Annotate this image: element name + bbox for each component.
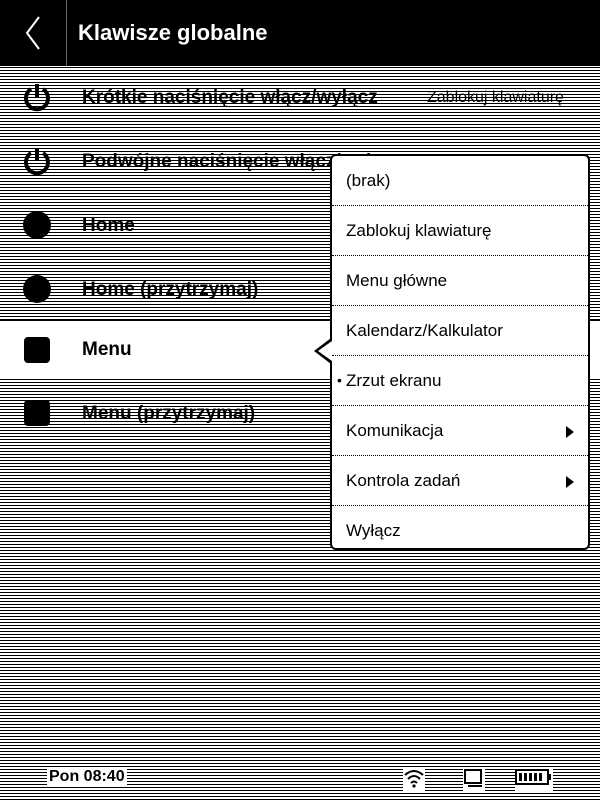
popup-menu: (brak) Zablokuj klawiaturę Menu główne K… bbox=[330, 154, 590, 550]
back-button[interactable] bbox=[0, 0, 67, 66]
selected-bullet: • bbox=[337, 372, 342, 388]
status-time: Pon 08:40 bbox=[47, 768, 127, 786]
setting-label: Krótkie naciśnięcie włącz/wyłącz bbox=[82, 87, 378, 108]
menu-item-calendar-calculator[interactable]: Kalendarz/Kalkulator bbox=[332, 306, 588, 356]
circle-icon bbox=[22, 274, 52, 304]
power-icon bbox=[22, 82, 52, 112]
page-title: Klawisze globalne bbox=[78, 20, 268, 45]
circle-icon bbox=[22, 210, 52, 240]
setting-label: Menu (przytrzymaj) bbox=[82, 403, 256, 424]
menu-item-communication[interactable]: Komunikacja bbox=[332, 406, 588, 456]
chevron-left-icon bbox=[25, 16, 40, 50]
setting-label: Menu bbox=[82, 339, 132, 360]
submenu-arrow-icon bbox=[566, 476, 574, 488]
setting-label: Home bbox=[82, 215, 135, 236]
square-icon bbox=[22, 398, 52, 428]
power-icon bbox=[22, 146, 52, 176]
menu-item-screenshot[interactable]: • Zrzut ekranu bbox=[332, 356, 588, 406]
menu-item-task-manager[interactable]: Kontrola zadań bbox=[332, 456, 588, 506]
wifi-icon bbox=[403, 768, 425, 793]
menu-item-main-menu[interactable]: Menu główne bbox=[332, 256, 588, 306]
setting-label: Home (przytrzymaj) bbox=[82, 279, 259, 300]
submenu-arrow-icon bbox=[566, 426, 574, 438]
status-bar: Pon 08:40 bbox=[0, 760, 600, 800]
header-bar: Klawisze globalne bbox=[0, 0, 600, 66]
setting-row-short-press-power[interactable]: Krótkie naciśnięcie włącz/wyłącz Zabloku… bbox=[0, 66, 600, 130]
tablet-icon bbox=[463, 768, 485, 793]
battery-icon bbox=[515, 768, 553, 791]
square-icon bbox=[22, 335, 52, 365]
menu-item-lock-keyboard[interactable]: Zablokuj klawiaturę bbox=[332, 206, 588, 256]
setting-value: Zablokuj klawiaturę bbox=[427, 89, 564, 106]
menu-item-power-off[interactable]: Wyłącz bbox=[332, 506, 588, 555]
menu-item-none[interactable]: (brak) bbox=[332, 156, 588, 206]
popup-pointer-fill bbox=[318, 341, 332, 361]
